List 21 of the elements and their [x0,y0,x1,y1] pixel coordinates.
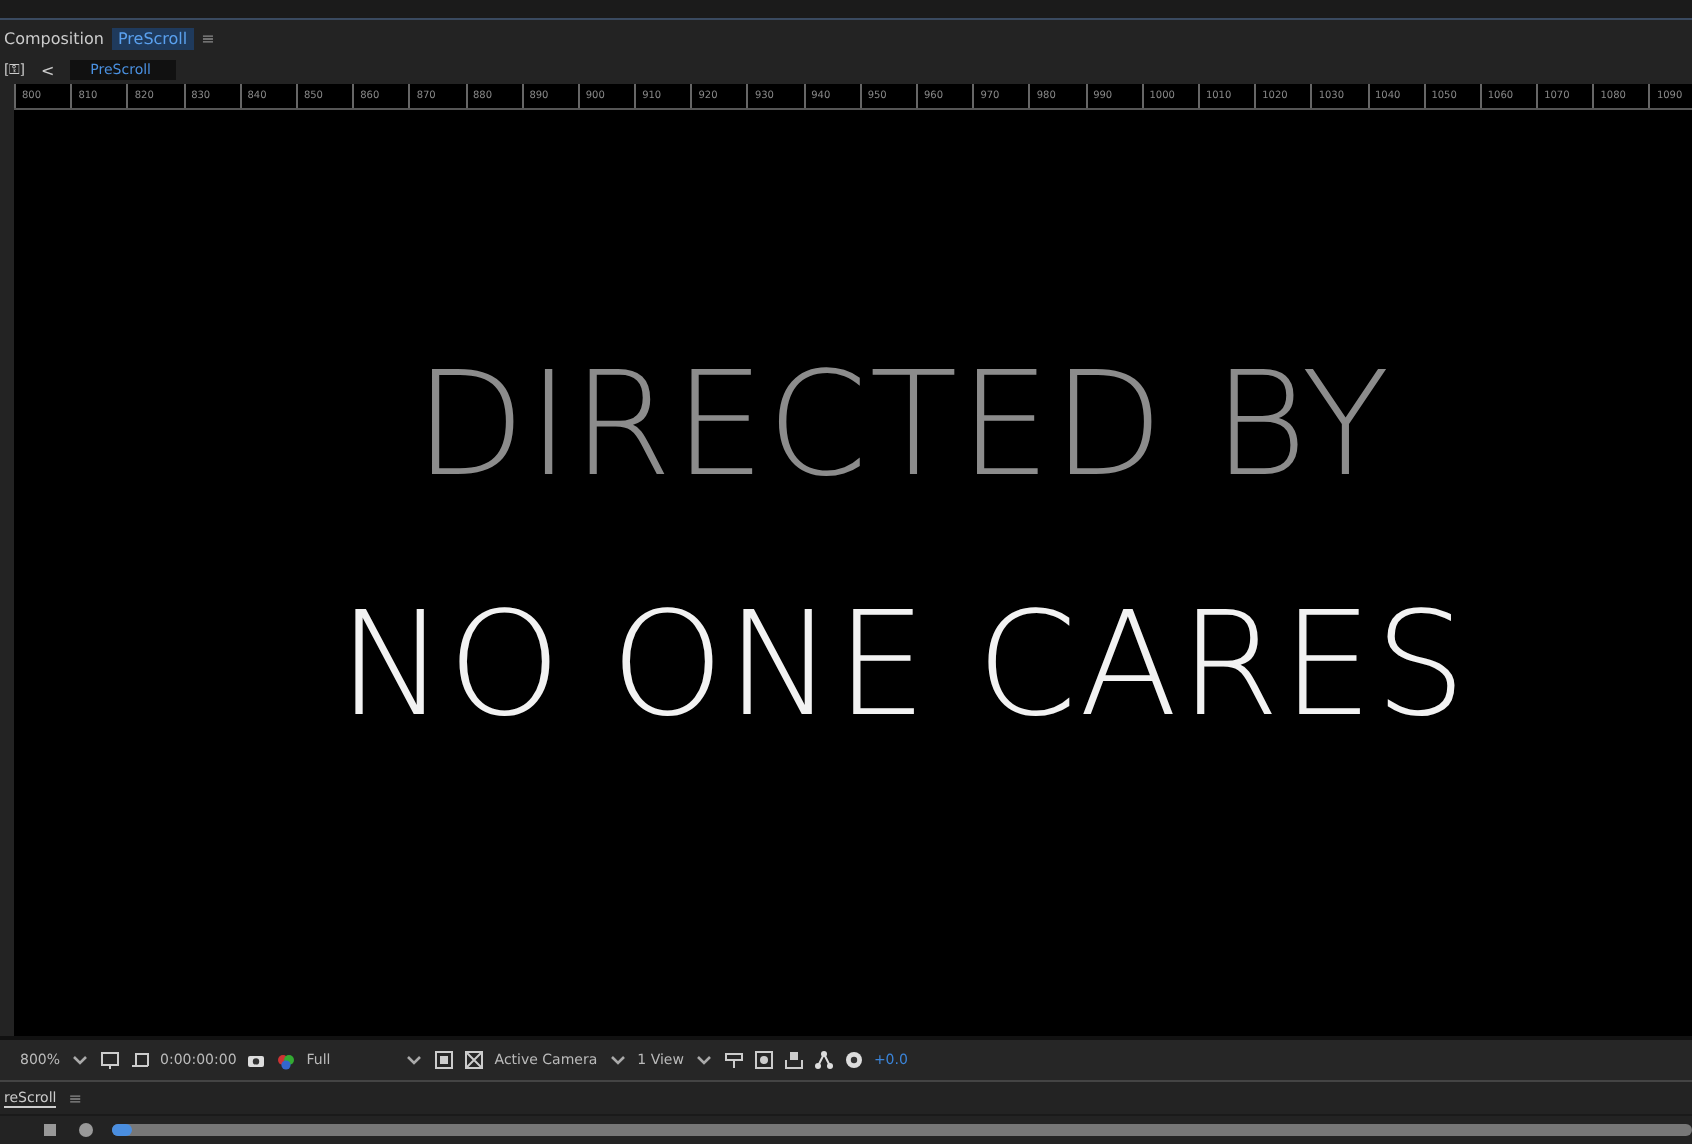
panel-menu-icon[interactable]: ≡ [68,1089,82,1107]
scroll-bar[interactable] [112,1124,1692,1136]
transparency-grid-icon[interactable] [464,1050,485,1070]
chevron-icon[interactable] [607,1050,628,1070]
panel-menu-icon[interactable]: ≡ [201,29,215,47]
crop-icon[interactable] [130,1050,151,1070]
chevron-icon[interactable] [693,1050,714,1070]
chevron-icon[interactable] [404,1050,425,1070]
title-text: DIRECTED BY [414,351,1392,495]
composition-tab[interactable]: PreScroll [111,27,194,49]
color-wheel-icon[interactable] [276,1050,297,1070]
panel-title: Composition [4,29,104,47]
snapshot-icon[interactable] [753,1050,774,1070]
region-icon[interactable] [434,1050,455,1070]
monitor-icon[interactable] [100,1050,121,1070]
chevron-icon[interactable] [70,1050,91,1070]
back-arrow[interactable]: < [40,61,55,79]
title-text: NO ONE CARES [337,591,1469,735]
camera-icon[interactable] [246,1050,267,1070]
settings-icon[interactable] [843,1050,864,1070]
flowchart-icon[interactable] [813,1050,834,1070]
